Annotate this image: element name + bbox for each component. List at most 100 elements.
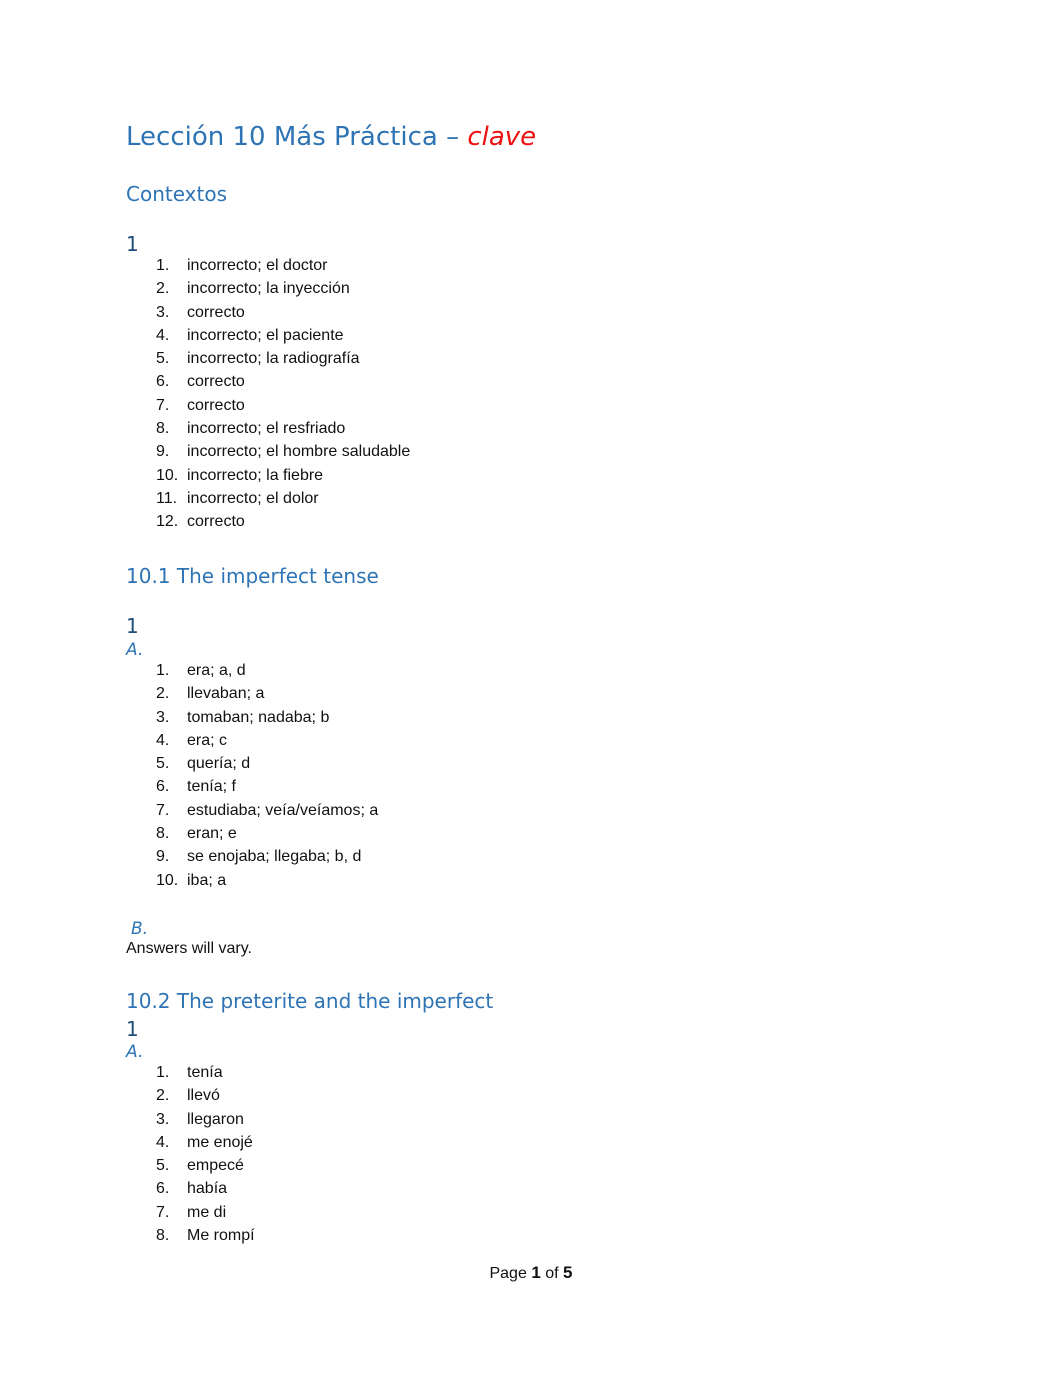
answer-list-preterite-imperfect: 1. tenía 2. llevó 3. llegaron 4. me enojé 5. empe… — [156, 1061, 255, 1247]
item-number: 7. — [156, 1203, 170, 1221]
list-item: 4. incorrecto; el paciente — [156, 324, 410, 347]
item-number: 5. — [156, 1157, 170, 1175]
list-item: 8. Me rompí — [156, 1224, 255, 1247]
item-number: 3. — [156, 1110, 170, 1128]
list-item: 8. incorrecto; el resfriado — [156, 417, 410, 440]
section-heading-preterite-imperfect: 10.2 The preterite and the imperfect — [126, 989, 494, 1013]
list-item: 11. incorrecto; el dolor — [156, 487, 410, 510]
item-number: 1. — [156, 1064, 170, 1081]
title-separator: – — [446, 122, 460, 152]
item-answer: estudiaba; veía/veíamos; a — [187, 801, 379, 819]
list-item: 2. llevó — [156, 1084, 255, 1107]
item-answer: incorrecto; el dolor — [187, 489, 319, 507]
item-answer: incorrecto; el resfriado — [187, 420, 346, 438]
list-item: 1. era; a, d — [156, 659, 378, 682]
item-answer: llevaban; a — [187, 685, 265, 703]
answer-list-contextos: 1. incorrecto; el doctor 2. incorrecto; la … — [156, 254, 410, 534]
item-answer: incorrecto; la radiografía — [187, 350, 360, 368]
list-item: 6. tenía; f — [156, 775, 378, 798]
list-item: 6. había — [156, 1177, 255, 1200]
item-number: 1. — [156, 257, 170, 274]
list-item: 4. era; c — [156, 729, 378, 752]
item-number: 8. — [156, 420, 170, 438]
list-item: 4. me enojé — [156, 1131, 255, 1154]
list-item: 3. tomaban; nadaba; b — [156, 706, 378, 729]
list-item: 9. incorrecto; el hombre saludable — [156, 440, 410, 463]
item-answer: eran; e — [187, 825, 237, 843]
list-item: 1. incorrecto; el doctor — [156, 254, 410, 277]
list-item: 5. quería; d — [156, 752, 378, 775]
item-number: 5. — [156, 350, 170, 368]
item-answer: correcto — [187, 303, 245, 321]
item-number: 10. — [156, 871, 179, 889]
item-number: 8. — [156, 1227, 170, 1245]
current-page-number: 1 — [531, 1263, 541, 1282]
item-number: 6. — [156, 373, 170, 391]
item-number: 2. — [156, 280, 170, 298]
item-number: 2. — [156, 685, 170, 703]
item-number: 6. — [156, 1180, 170, 1198]
item-answer: correcto — [187, 513, 245, 531]
part-a-label: A. — [126, 640, 144, 660]
part-b-label: B. — [131, 919, 149, 939]
document-title: Lección 10 Más Práctica – clave — [126, 122, 536, 152]
section-heading-contextos: Contextos — [126, 182, 228, 206]
item-number: 3. — [156, 303, 170, 321]
list-item: 5. incorrecto; la radiografía — [156, 347, 410, 370]
of-label: of — [545, 1265, 559, 1282]
item-answer: Me rompí — [187, 1227, 255, 1245]
item-number: 5. — [156, 755, 170, 773]
item-answer: incorrecto; el doctor — [187, 257, 328, 274]
list-item: 10. iba; a — [156, 869, 378, 892]
list-item: 10. incorrecto; la fiebre — [156, 464, 410, 487]
item-answer: llegaron — [187, 1110, 244, 1128]
item-answer: correcto — [187, 373, 245, 391]
item-answer: quería; d — [187, 755, 251, 773]
item-answer: tenía — [187, 1064, 223, 1081]
item-number: 6. — [156, 778, 170, 796]
list-item: 7. me di — [156, 1201, 255, 1224]
title-text: Lección 10 Más Práctica — [126, 122, 438, 152]
item-answer: tenía; f — [187, 778, 236, 796]
item-number: 3. — [156, 708, 170, 726]
item-number: 7. — [156, 396, 170, 414]
item-number: 9. — [156, 848, 170, 866]
item-answer: me enojé — [187, 1133, 253, 1151]
item-number: 4. — [156, 1133, 170, 1151]
part-a-label: A. — [126, 1042, 144, 1062]
item-answer: incorrecto; la inyección — [187, 280, 350, 298]
exercise-number: 1 — [126, 232, 139, 256]
item-answer: era; c — [187, 731, 228, 749]
item-number: 9. — [156, 443, 170, 461]
item-number: 12. — [156, 513, 179, 531]
item-answer: se enojaba; llegaba; b, d — [187, 848, 362, 866]
answer-list-imperfect: 1. era; a, d 2. llevaban; a 3. tomaban; nadab… — [156, 659, 378, 892]
exercise-number: 1 — [126, 1017, 139, 1041]
list-item: 6. correcto — [156, 370, 410, 393]
exercise-number: 1 — [126, 614, 139, 638]
list-item: 2. incorrecto; la inyección — [156, 277, 410, 300]
item-number: 8. — [156, 825, 170, 843]
item-number: 4. — [156, 731, 170, 749]
section-heading-imperfect: 10.1 The imperfect tense — [126, 564, 379, 588]
item-number: 10. — [156, 466, 179, 484]
list-item: 8. eran; e — [156, 822, 378, 845]
item-answer: incorrecto; el paciente — [187, 326, 344, 344]
item-number: 7. — [156, 801, 170, 819]
item-answer: había — [187, 1180, 228, 1198]
list-item: 5. empecé — [156, 1154, 255, 1177]
list-item: 2. llevaban; a — [156, 682, 378, 705]
page-footer: Page 1 of 5 — [0, 1263, 1062, 1283]
list-item: 9. se enojaba; llegaba; b, d — [156, 845, 378, 868]
item-answer: empecé — [187, 1157, 244, 1175]
item-answer: me di — [187, 1203, 227, 1221]
item-number: 2. — [156, 1087, 170, 1105]
item-answer: incorrecto; la fiebre — [187, 466, 324, 484]
item-answer: incorrecto; el hombre saludable — [187, 443, 411, 461]
list-item: 1. tenía — [156, 1061, 255, 1084]
page-label: Page — [489, 1265, 527, 1282]
list-item: 3. correcto — [156, 301, 410, 324]
item-answer: llevó — [187, 1087, 220, 1105]
item-answer: iba; a — [187, 871, 227, 889]
item-answer: tomaban; nadaba; b — [187, 708, 330, 726]
